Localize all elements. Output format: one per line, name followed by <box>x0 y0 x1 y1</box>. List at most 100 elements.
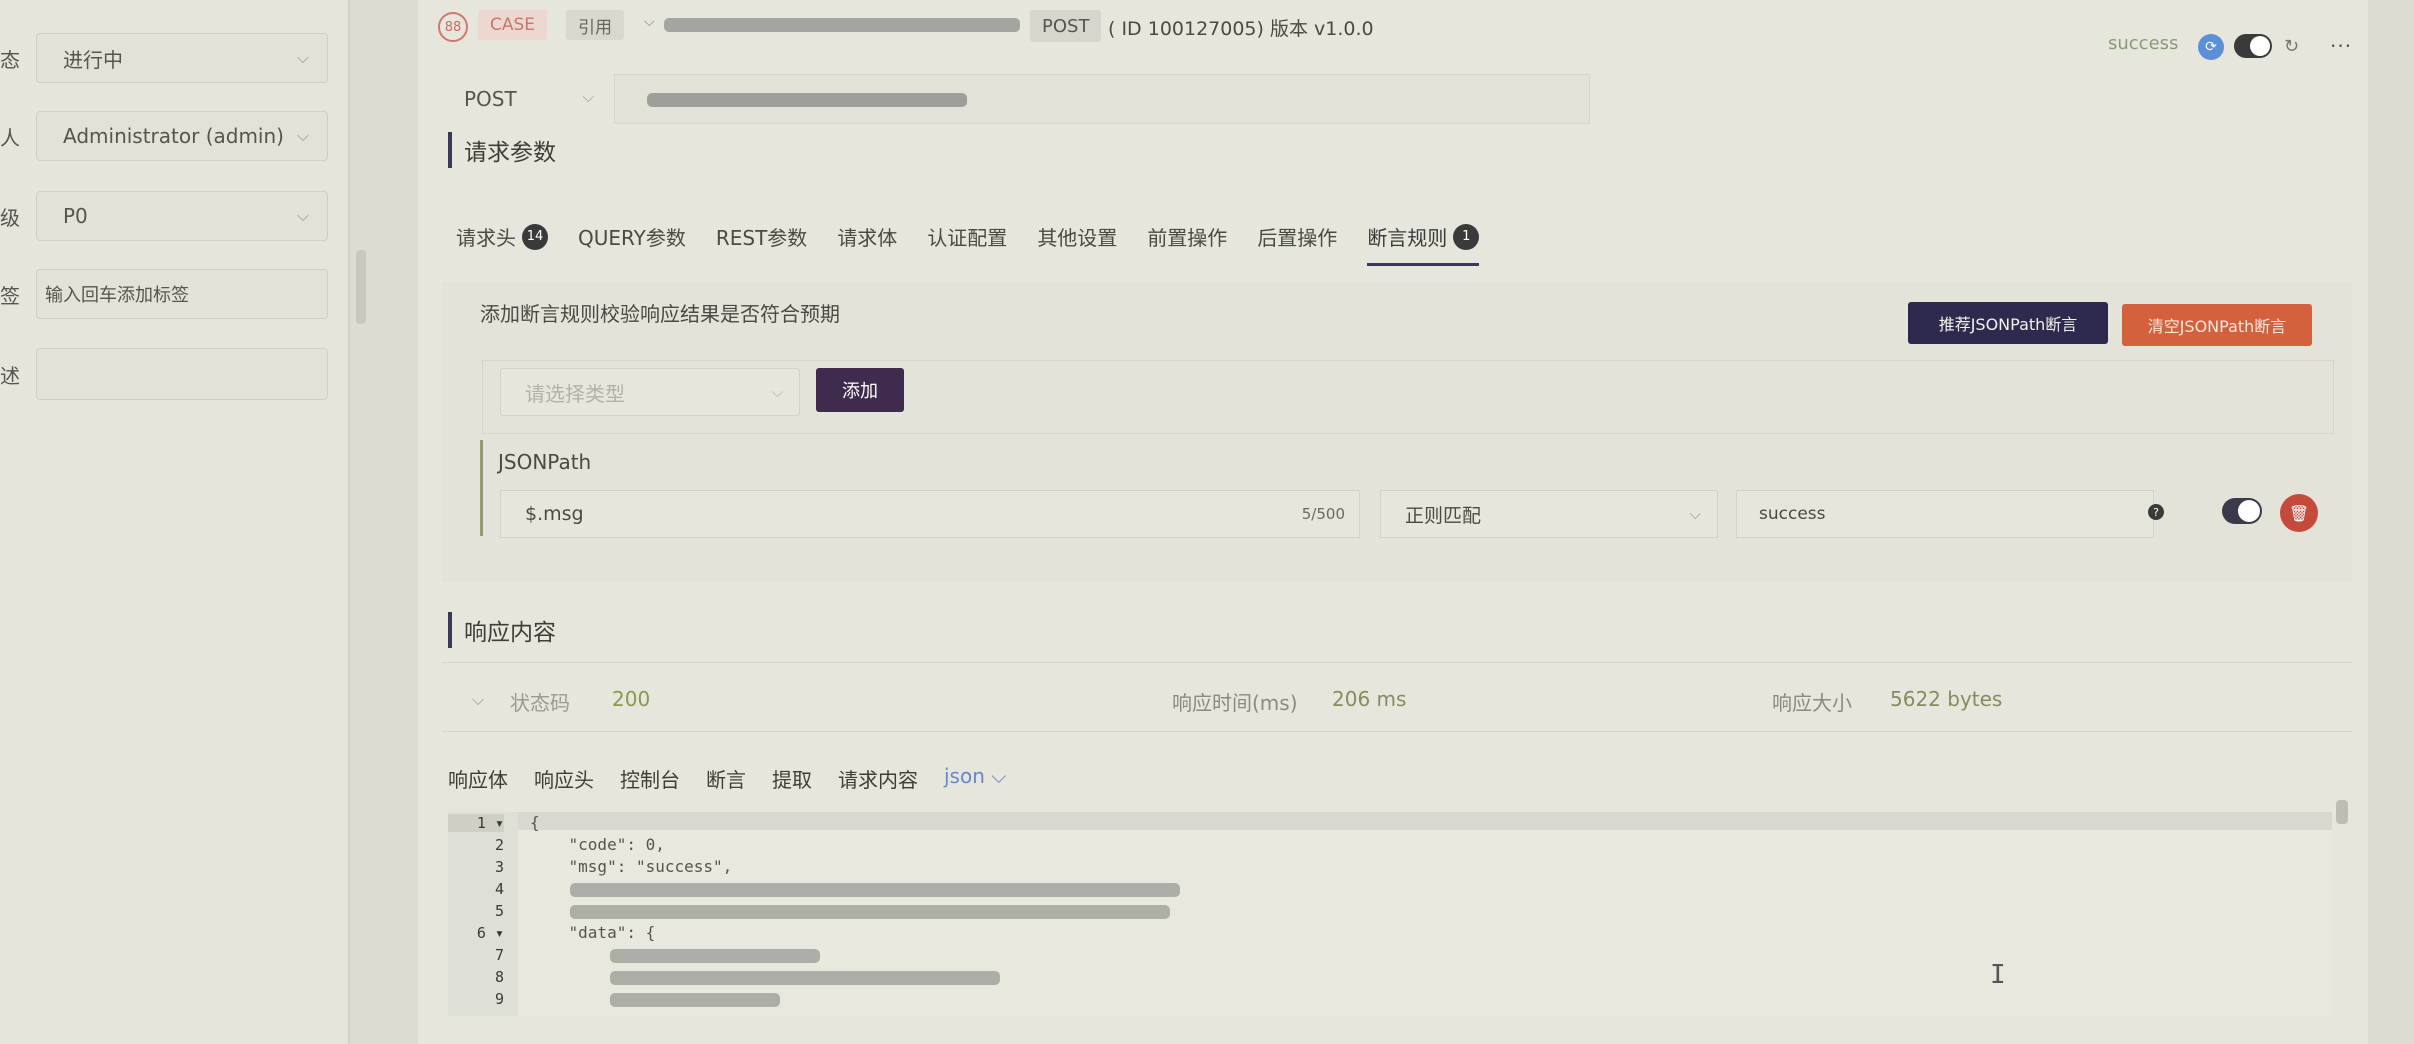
line-number: 2 <box>494 836 504 854</box>
line-number: 8 <box>494 968 504 986</box>
tab-label: 前置操作 <box>1147 226 1228 250</box>
desc-row: 述 <box>0 348 330 400</box>
redacted-code <box>570 883 1180 897</box>
response-tab[interactable]: 提取 <box>772 764 812 793</box>
assertion-hint: 添加断言规则校验响应结果是否符合预期 <box>480 302 840 326</box>
level-label: 级 <box>0 205 20 230</box>
request-tab[interactable]: 认证配置 <box>927 222 1007 263</box>
jsonpath-value: $.msg <box>525 503 584 525</box>
jsonpath-input[interactable]: $.msg 5/500 <box>500 490 1360 538</box>
code-line: "code": 0, <box>530 835 665 854</box>
request-tab[interactable]: QUERY参数 <box>578 222 686 263</box>
clear-jsonpath-button[interactable]: 清空JSONPath断言 <box>2122 304 2312 346</box>
expected-value-input[interactable]: success <box>1736 490 2154 538</box>
rule-enable-toggle[interactable] <box>2222 498 2262 524</box>
tab-label: 断言规则 <box>1367 226 1448 250</box>
enable-toggle[interactable] <box>2234 34 2272 58</box>
owner-select[interactable]: Administrator (admin) ⌵ <box>36 111 328 161</box>
response-tab[interactable]: 控制台 <box>620 764 680 793</box>
code-line: "data": { <box>530 923 656 942</box>
request-tab[interactable]: 请求头 14 <box>456 222 548 263</box>
request-tab[interactable]: 请求体 <box>837 222 897 263</box>
char-count: 5/500 <box>1301 505 1345 523</box>
request-tab[interactable]: REST参数 <box>716 222 807 263</box>
request-tab[interactable]: 前置操作 <box>1147 222 1227 263</box>
owner-value: Administrator (admin) <box>63 124 284 148</box>
add-assertion-button[interactable]: 添加 <box>816 368 904 412</box>
tags-label: 签 <box>0 283 20 308</box>
chevron-down-icon: ⌵ <box>296 48 309 67</box>
case-id-version: ( ID 100127005) 版本 v1.0.0 <box>1108 18 1374 40</box>
chevron-down-icon: ⌵ <box>296 206 309 225</box>
status-value: 进行中 <box>63 47 123 72</box>
more-options-icon[interactable]: ··· <box>2330 34 2352 58</box>
chevron-down-icon[interactable]: ⌵ <box>472 690 484 710</box>
format-select[interactable]: json ⌵ <box>944 764 1006 793</box>
response-time-label: 响应时间(ms) <box>1172 691 1298 715</box>
url-input[interactable] <box>614 74 1590 124</box>
tab-label: 请求头 <box>456 226 516 250</box>
condition-value: 正则匹配 <box>1405 504 1482 527</box>
chevron-down-icon[interactable]: ⌵ <box>644 14 655 30</box>
reference-tag[interactable]: 引用 <box>566 10 624 40</box>
recommend-jsonpath-button[interactable]: 推荐JSONPath断言 <box>1908 302 2108 344</box>
response-section-title: 响应内容 <box>448 610 556 650</box>
level-value: P0 <box>63 204 88 228</box>
response-status-bar: ⌵ 状态码 200 响应时间(ms) 206 ms 响应大小 5622 byte… <box>442 662 2352 732</box>
app-window: 态 进行中 ⌵ 人 Administrator (admin) ⌵ 级 P0 ⌵… <box>0 0 2414 1044</box>
condition-select[interactable]: 正则匹配 ⌵ <box>1380 490 1718 538</box>
tab-count-badge: 1 <box>1453 223 1480 250</box>
response-tab[interactable]: 响应体 <box>448 764 508 793</box>
status-label: 态 <box>0 47 20 72</box>
line-number: 5 <box>494 902 504 920</box>
tags-input[interactable]: 输入回车添加标签 <box>36 269 328 319</box>
expected-value: success <box>1759 504 1826 524</box>
assertion-type-select[interactable]: 请选择类型 ⌵ <box>500 368 800 416</box>
rule-accent-bar <box>480 440 483 536</box>
chevron-down-icon: ⌵ <box>1689 505 1701 523</box>
status-code-label: 状态码 <box>510 691 570 715</box>
type-placeholder: 请选择类型 <box>525 381 625 406</box>
request-tab[interactable]: 其他设置 <box>1037 222 1117 263</box>
response-size-value: 5622 bytes <box>1890 687 2003 711</box>
request-tab[interactable]: 断言规则 1 <box>1367 222 1480 266</box>
code-line: "msg": "success", <box>530 857 733 876</box>
request-section-title: 请求参数 <box>448 130 556 170</box>
tab-label: 其他设置 <box>1037 226 1118 250</box>
level-select[interactable]: P0 ⌵ <box>36 191 328 241</box>
delete-icon[interactable]: 🗑 <box>2280 494 2318 532</box>
editor-scrollbar[interactable] <box>2336 800 2348 824</box>
description-textarea[interactable] <box>36 348 328 400</box>
desc-label: 述 <box>0 363 20 388</box>
tab-label: 认证配置 <box>927 226 1008 250</box>
redacted-url <box>647 93 967 107</box>
left-scrollbar[interactable] <box>356 250 366 324</box>
line-number-gutter: 1 ▾ 2 3 4 5 6 ▾ 7 8 9 <box>448 812 518 1016</box>
response-body-editor[interactable]: 1 ▾ 2 3 4 5 6 ▾ 7 8 9 { "code": 0, "msg": "succe… <box>448 812 2332 1016</box>
tab-label: 后置操作 <box>1257 226 1338 250</box>
sync-icon[interactable]: ⟳ <box>2198 34 2224 60</box>
level-row: 级 P0 ⌵ <box>0 190 330 242</box>
response-tab[interactable]: 请求内容 <box>838 764 918 793</box>
redacted-code <box>610 993 780 1007</box>
response-tab[interactable]: 响应头 <box>534 764 594 793</box>
line-number: 3 <box>494 858 504 876</box>
owner-label: 人 <box>0 125 20 150</box>
status-select[interactable]: 进行中 ⌵ <box>36 33 328 83</box>
tab-label: 请求体 <box>837 226 898 250</box>
method-tag: POST <box>1030 10 1102 42</box>
help-icon[interactable]: ? <box>2148 504 2164 520</box>
case-header: 88 CASE 引用 ⌵ POST ( ID 100127005) 版本 v1.… <box>418 0 2368 60</box>
refresh-icon[interactable]: ↻ <box>2284 36 2299 57</box>
tags-row: 签 输入回车添加标签 <box>0 268 330 320</box>
method-value: POST <box>464 87 517 111</box>
chevron-down-icon: ⌵ <box>296 126 309 145</box>
tab-count-badge: 14 <box>522 223 548 250</box>
method-select[interactable]: POST ⌵ <box>438 74 614 124</box>
status-code-value: 200 <box>612 687 651 711</box>
run-status-text: success <box>2108 33 2179 54</box>
case-info-panel: 态 进行中 ⌵ 人 Administrator (admin) ⌵ 级 P0 ⌵… <box>0 0 350 1044</box>
request-tab[interactable]: 后置操作 <box>1257 222 1337 263</box>
response-tab[interactable]: 断言 <box>706 764 746 793</box>
code-line: { <box>530 813 540 832</box>
